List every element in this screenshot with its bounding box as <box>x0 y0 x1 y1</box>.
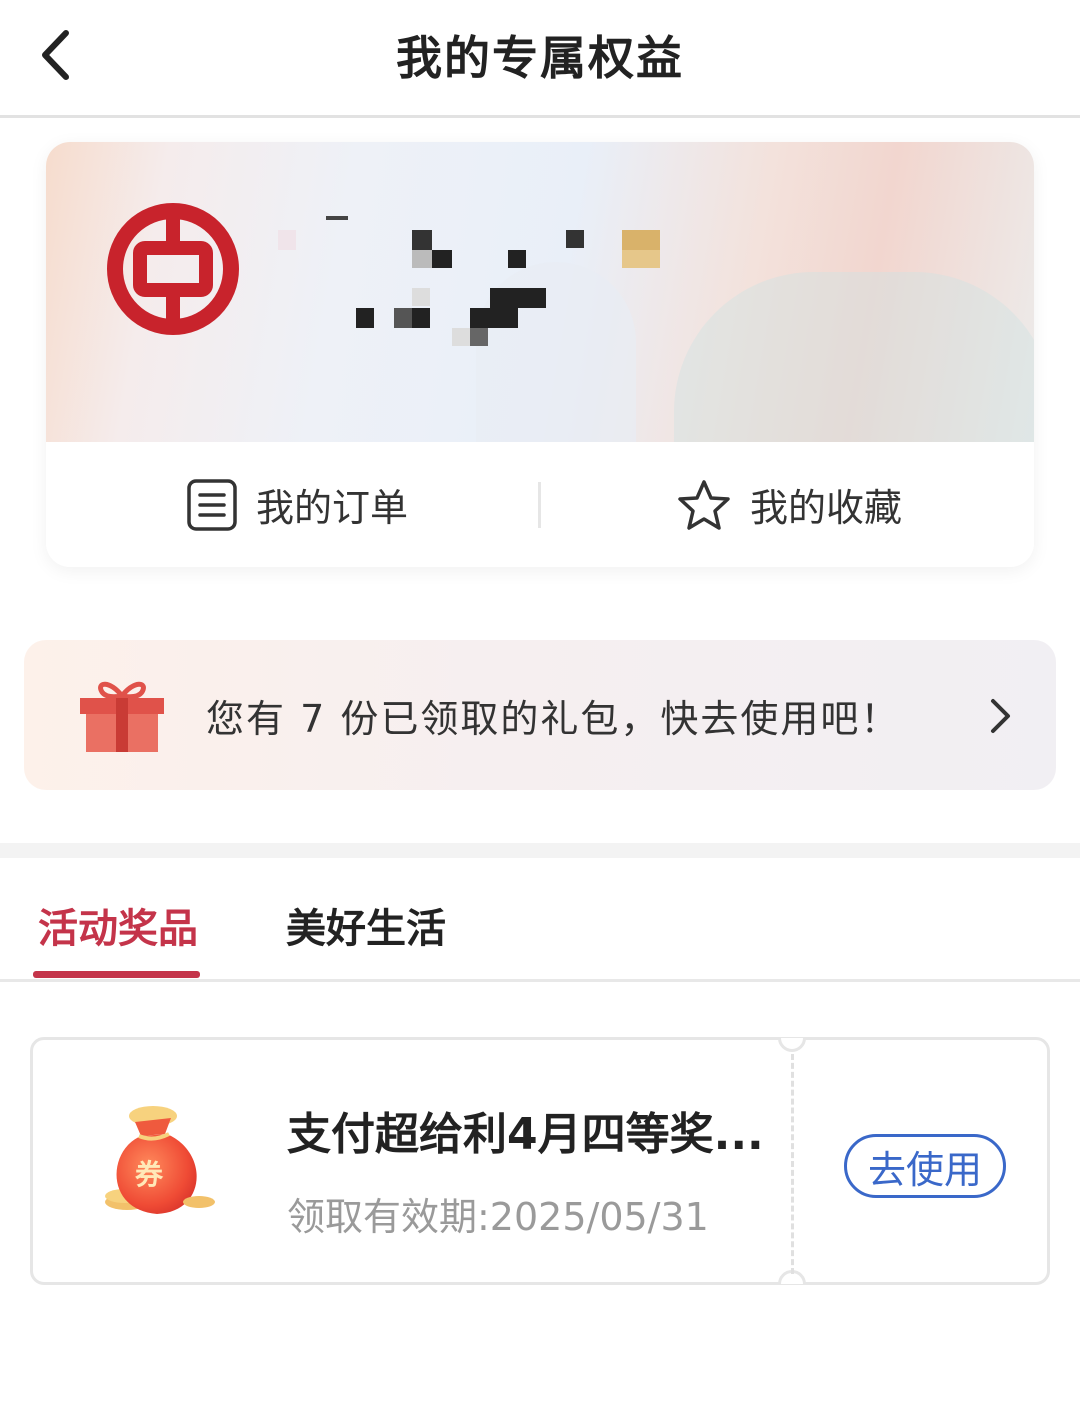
prize-title: 支付超给利4月四等奖... <box>287 1109 764 1160</box>
section-separator <box>0 843 1080 858</box>
page-title: 我的专属权益 <box>396 31 684 85</box>
star-icon <box>678 479 730 530</box>
profile-card: 我的订单 我的收藏 <box>46 142 1034 567</box>
ticket-notch <box>778 1038 806 1052</box>
my-orders-button[interactable]: 我的订单 <box>186 442 408 567</box>
order-list-icon <box>187 478 237 531</box>
tab-bar: 活动奖品 美好生活 <box>0 858 1080 982</box>
coupon-bag-text: 券 <box>135 1158 164 1191</box>
my-orders-label: 我的订单 <box>256 486 409 530</box>
quick-actions-bar: 我的订单 我的收藏 <box>46 442 1034 567</box>
gift-package-banner[interactable]: 您有 7 份已领取的礼包，快去使用吧！ <box>24 640 1056 790</box>
coupon-bag-icon: 券 <box>105 1106 215 1214</box>
divider <box>538 482 541 528</box>
tab-activity-prizes[interactable]: 活动奖品 <box>38 896 198 954</box>
tab-good-life[interactable]: 美好生活 <box>286 896 446 954</box>
prize-card[interactable]: 券 支付超给利4月四等奖... 领取有效期:2025/05/31 去使用 <box>30 1037 1050 1285</box>
ticket-divider <box>791 1054 794 1274</box>
ticket-notch <box>778 1270 806 1284</box>
top-nav-bar: 我的专属权益 <box>0 0 1080 118</box>
prize-validity: 领取有效期:2025/05/31 <box>287 1195 709 1239</box>
use-prize-button[interactable]: 去使用 <box>844 1134 1006 1198</box>
chevron-right-icon <box>991 699 1010 733</box>
profile-banner <box>46 142 1034 532</box>
my-favorites-label: 我的收藏 <box>750 486 903 530</box>
gift-banner-text: 您有 7 份已领取的礼包，快去使用吧！ <box>206 697 901 741</box>
gift-icon <box>80 681 164 752</box>
my-favorites-button[interactable]: 我的收藏 <box>676 442 902 567</box>
username-redacted <box>276 212 660 352</box>
bank-of-china-logo-icon <box>107 203 239 335</box>
active-tab-indicator <box>33 971 200 978</box>
